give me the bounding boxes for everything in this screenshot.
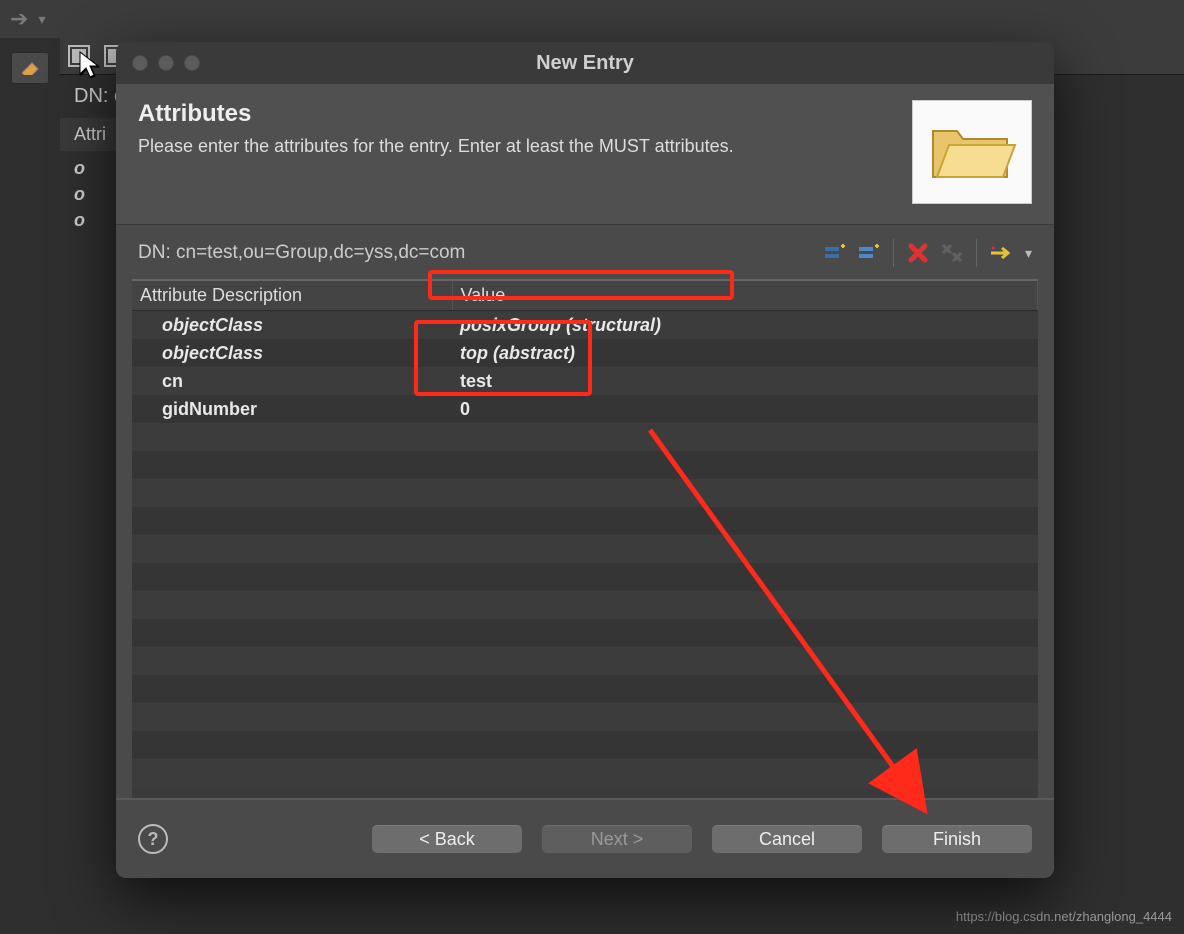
dialog-title: New Entry: [116, 52, 1054, 75]
attributes-tbody: objectClass posixGroup (structural) obje…: [132, 311, 1038, 788]
attr-name: objectClass: [132, 311, 452, 340]
dn-row: DN: cn=test,ou=Group,dc=yss,dc=com ▾: [116, 225, 1054, 273]
attributes-table-wrap: Attribute Description Value objectClass …: [132, 279, 1038, 798]
folder-icon: [927, 117, 1017, 187]
watermark-text: https://blog.csdn.net/zhanglong_4444: [956, 909, 1172, 924]
dialog-footer: ? < Back Next > Cancel Finish: [116, 798, 1054, 878]
wizard-icon[interactable]: [989, 241, 1013, 265]
dialog-buttons: < Back Next > Cancel Finish: [372, 825, 1032, 853]
dialog-heading: Attributes: [138, 100, 734, 128]
new-entry-dialog: New Entry Attributes Please enter the at…: [116, 42, 1054, 878]
finish-button[interactable]: Finish: [882, 825, 1032, 853]
zoom-window-icon[interactable]: [184, 55, 200, 71]
table-row[interactable]: objectClass posixGroup (structural): [132, 311, 1038, 340]
new-value-icon[interactable]: [857, 241, 881, 265]
app-toolbar: ➔ ▾: [0, 0, 1184, 39]
attr-value[interactable]: top (abstract): [452, 339, 1038, 367]
attr-name: gidNumber: [132, 395, 452, 423]
dialog-header: Attributes Please enter the attributes f…: [116, 84, 1054, 225]
toolbar-separator: [976, 239, 977, 267]
table-row[interactable]: cn test: [132, 367, 1038, 395]
view-switcher-sidebar: [0, 38, 61, 934]
table-row[interactable]: gidNumber 0: [132, 395, 1038, 423]
attributes-table: Attribute Description Value objectClass …: [132, 281, 1038, 787]
close-window-icon[interactable]: [132, 55, 148, 71]
folder-illustration: [912, 100, 1032, 204]
back-button[interactable]: < Back: [372, 825, 522, 853]
dn-text: DN: cn=test,ou=Group,dc=yss,dc=com: [138, 242, 465, 264]
window-controls: [116, 55, 200, 71]
attr-value[interactable]: test: [452, 367, 1038, 395]
table-row[interactable]: objectClass top (abstract): [132, 339, 1038, 367]
toolbar-separator: [893, 239, 894, 267]
minimize-window-icon[interactable]: [158, 55, 174, 71]
attr-value[interactable]: 0: [452, 395, 1038, 423]
edit-view-icon[interactable]: [11, 52, 49, 84]
dialog-subtitle: Please enter the attributes for the entr…: [138, 136, 734, 157]
cancel-button[interactable]: Cancel: [712, 825, 862, 853]
new-attribute-icon[interactable]: [823, 241, 847, 265]
forward-arrow-icon[interactable]: ➔: [10, 6, 28, 32]
toolbar-menu-chevron-icon[interactable]: ▾: [1025, 245, 1032, 262]
attribute-toolbar: ▾: [823, 239, 1032, 267]
mouse-cursor-icon: [78, 50, 102, 80]
attr-name: objectClass: [132, 339, 452, 367]
help-button[interactable]: ?: [138, 824, 168, 854]
dialog-titlebar: New Entry: [116, 42, 1054, 84]
col-value[interactable]: Value: [452, 281, 1038, 311]
attr-name: cn: [132, 367, 452, 395]
next-button: Next >: [542, 825, 692, 853]
col-attribute-description[interactable]: Attribute Description: [132, 281, 452, 311]
delete-icon[interactable]: [906, 241, 930, 265]
attr-value[interactable]: posixGroup (structural): [452, 311, 1038, 340]
dropdown-chevron-icon[interactable]: ▾: [38, 11, 45, 28]
delete-all-icon: [940, 241, 964, 265]
